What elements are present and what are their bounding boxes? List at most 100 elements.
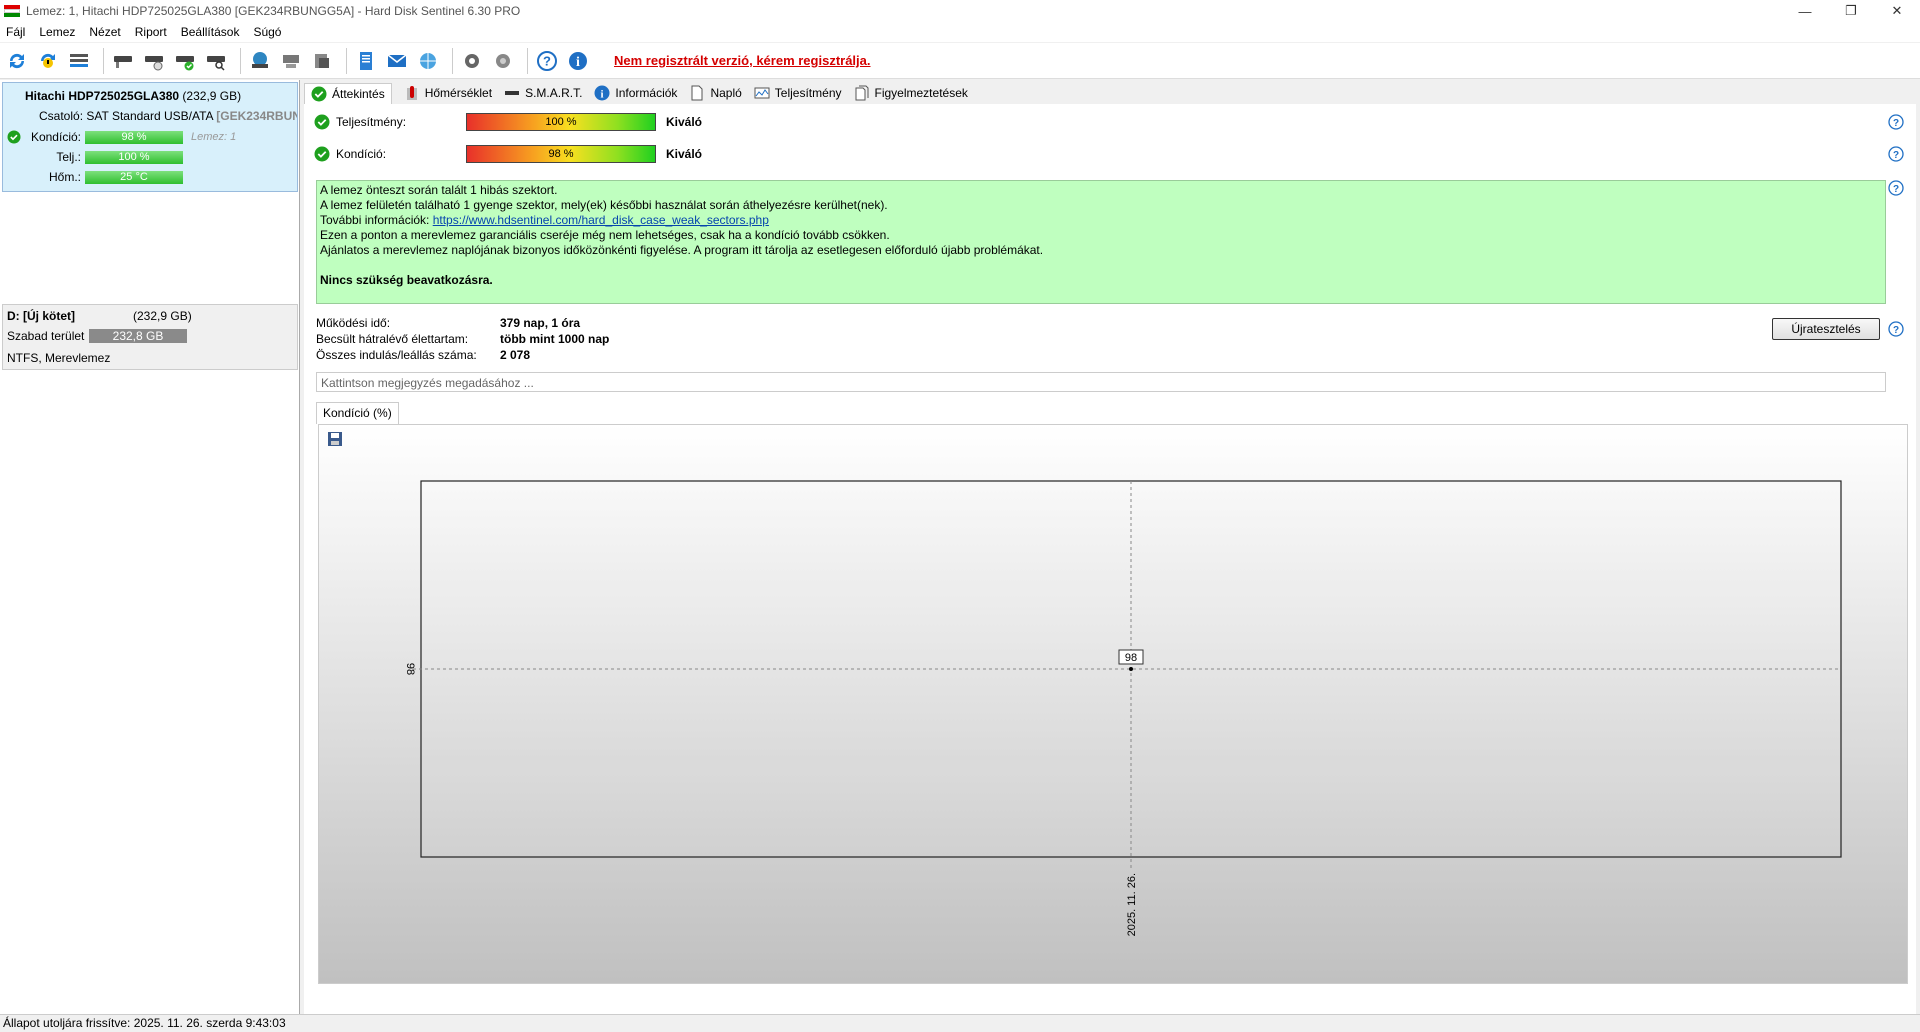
globe-disk-icon[interactable]: [247, 48, 273, 74]
tab-temperature[interactable]: Hőmérséklet: [404, 85, 492, 101]
volume-size: (232,9 GB): [133, 309, 192, 323]
disk-temp-bar: 25 °C: [85, 170, 183, 184]
email-icon[interactable]: [384, 48, 410, 74]
y-tick-label: 98: [404, 663, 416, 675]
svg-text:?: ?: [543, 53, 551, 68]
document-icon: [689, 85, 705, 101]
help-icon[interactable]: ?: [1888, 146, 1904, 162]
x-tick-label: 2025. 11. 26.: [1126, 873, 1138, 936]
help-icon[interactable]: ?: [534, 48, 560, 74]
svg-text:i: i: [576, 55, 580, 70]
uptime-row: Működési idő: 379 nap, 1 óra: [316, 316, 581, 330]
maximize-icon[interactable]: ❐: [1828, 0, 1874, 22]
refresh-warning-icon[interactable]: [35, 48, 61, 74]
check-icon: [314, 146, 330, 162]
info-icon: i: [594, 85, 610, 101]
health-chart: 98 98 2025. 11. 26.: [318, 424, 1908, 984]
menu-report[interactable]: Riport: [135, 25, 167, 39]
disk-health-row: Kondíció: 98 % Lemez: 1: [3, 129, 236, 145]
volume-item[interactable]: D: [Új kötet] (232,9 GB) Szabad terület …: [2, 304, 298, 370]
chart-canvas: 98 98 2025. 11. 26.: [404, 480, 1842, 936]
thermometer-icon: [404, 85, 420, 101]
free-space-label: Szabad terület: [7, 329, 85, 343]
help-icon[interactable]: ?: [1888, 180, 1904, 196]
disk-perf-row: Telj.: 100 %: [3, 149, 183, 165]
performance-row: Teljesítmény: 100 % Kiváló: [314, 112, 702, 132]
performance-bar: 100 %: [466, 113, 656, 131]
tab-log[interactable]: Napló: [689, 85, 742, 101]
svg-text:?: ?: [1893, 325, 1899, 336]
data-label: 98: [1125, 652, 1137, 664]
retest-button[interactable]: Újratesztelés: [1772, 318, 1880, 340]
free-space-bar: 232,8 GB: [89, 329, 187, 343]
help-icon[interactable]: ?: [1888, 321, 1904, 337]
smart-icon: [504, 85, 520, 101]
svg-text:?: ?: [1893, 150, 1899, 161]
report-icon[interactable]: [353, 48, 379, 74]
help-icon[interactable]: ?: [1888, 114, 1904, 130]
conclusion: Nincs szükség beavatkozásra.: [320, 273, 493, 287]
menu-file[interactable]: Fájl: [6, 25, 25, 39]
disk-test-icon[interactable]: [110, 48, 136, 74]
web-report-icon[interactable]: [415, 48, 441, 74]
tab-overview[interactable]: Áttekintés: [304, 82, 392, 104]
title-bar: Lemez: 1, Hitachi HDP725025GLA380 [GEK23…: [0, 0, 1920, 22]
disk-search-icon[interactable]: [203, 48, 229, 74]
remaining-life-row: Becsült hátralévő élettartam: több mint 1…: [316, 332, 610, 346]
volume-fs: NTFS, Merevlemez: [7, 351, 111, 365]
menu-view[interactable]: Nézet: [89, 25, 120, 39]
sound-settings-icon[interactable]: [490, 48, 516, 74]
start-stop-row: Összes indulás/leállás száma: 2 078: [316, 348, 531, 362]
close-icon[interactable]: ✕: [1874, 0, 1920, 22]
menu-settings[interactable]: Beállítások: [181, 25, 240, 39]
status-message: A lemez önteszt során talált 1 hibás sze…: [316, 180, 1886, 304]
status-bar: Állapot utoljára frissítve: 2025. 11. 26…: [0, 1014, 1920, 1032]
network-icon[interactable]: [278, 48, 304, 74]
tab-health-chart[interactable]: Kondíció (%): [316, 402, 399, 424]
menu-disk[interactable]: Lemez: [39, 25, 75, 39]
disk-list-icon[interactable]: [66, 48, 92, 74]
check-icon: [7, 130, 21, 144]
disk-number: Lemez: 1: [191, 131, 237, 143]
window-title: Lemez: 1, Hitachi HDP725025GLA380 [GEK23…: [26, 4, 521, 18]
check-icon: [314, 114, 330, 130]
refresh-icon[interactable]: [4, 48, 30, 74]
note-input[interactable]: Kattintson megjegyzés megadásához ...: [316, 372, 1886, 392]
menu-help[interactable]: Súgó: [253, 25, 281, 39]
check-icon: [311, 86, 327, 102]
chart-icon: [754, 85, 770, 101]
disk-name: Hitachi HDP725025GLA380 (232,9 GB): [25, 89, 242, 103]
disk-ok-icon[interactable]: [172, 48, 198, 74]
backup-icon[interactable]: [309, 48, 335, 74]
disk-temp-row: Hőm.: 25 °C: [3, 169, 183, 185]
svg-text:i: i: [601, 89, 604, 101]
tab-alerts[interactable]: Figyelmeztetések: [854, 85, 968, 101]
documents-icon: [854, 85, 870, 101]
more-info-link[interactable]: https://www.hdsentinel.com/hard_disk_cas…: [433, 213, 769, 227]
overview-panel: Teljesítmény: 100 % Kiváló Kondíció: 98 …: [304, 104, 1916, 1014]
svg-text:?: ?: [1893, 184, 1899, 195]
tab-performance[interactable]: Teljesítmény: [754, 85, 842, 101]
register-link[interactable]: Nem regisztrált verzió, kérem regisztrál…: [614, 53, 871, 68]
performance-rating: Kiváló: [666, 115, 703, 129]
disk-perf-bar: 100 %: [85, 150, 183, 164]
tab-information[interactable]: i Információk: [594, 85, 677, 101]
info-icon[interactable]: i: [565, 48, 591, 74]
data-point: [1129, 667, 1133, 671]
tab-smart[interactable]: S.M.A.R.T.: [504, 85, 582, 101]
disk-timer-icon[interactable]: [141, 48, 167, 74]
tab-bar: Áttekintés Hőmérséklet S.M.A.R.T. i Info…: [304, 82, 980, 104]
svg-text:?: ?: [1893, 118, 1899, 129]
disk-connection: Csatoló: SAT Standard USB/ATA [GEK234RBU…: [39, 109, 297, 123]
health-rating: Kiváló: [666, 147, 703, 161]
menu-bar: Fájl Lemez Nézet Riport Beállítások Súgó: [0, 22, 1920, 42]
disk-item[interactable]: Hitachi HDP725025GLA380 (232,9 GB) Csato…: [2, 82, 298, 192]
disk-list-panel: Hitachi HDP725025GLA380 (232,9 GB) Csato…: [0, 80, 300, 1014]
app-icon: [4, 3, 20, 19]
minimize-icon[interactable]: —: [1782, 0, 1828, 22]
disk-health-bar: 98 %: [85, 130, 183, 144]
health-bar: 98 %: [466, 145, 656, 163]
volume-name: D: [Új kötet]: [7, 309, 75, 323]
toolbar: ? i Nem regisztrált verzió, kérem regisz…: [0, 43, 1920, 79]
gear-icon[interactable]: [459, 48, 485, 74]
